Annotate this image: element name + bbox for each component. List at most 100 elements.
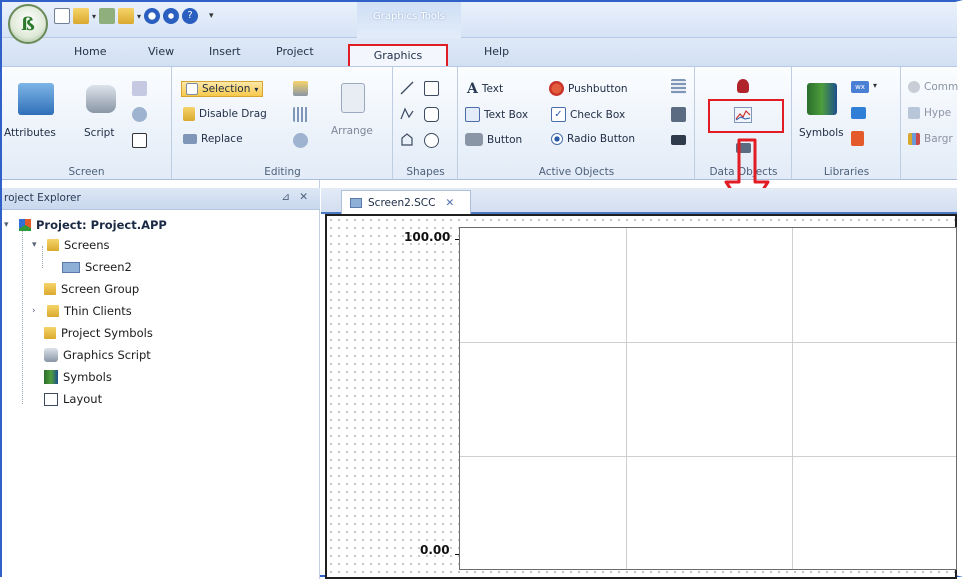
tab-help[interactable]: Help xyxy=(484,45,509,58)
combo-box-icon[interactable] xyxy=(671,107,686,122)
pushbutton-icon xyxy=(549,81,564,96)
bargraph-button[interactable]: Bargr xyxy=(908,133,953,145)
selection-button[interactable]: Selection ▾ xyxy=(181,81,264,97)
save-icon[interactable] xyxy=(99,8,116,24)
ribbon: Attributes Script Screen Selection ▾ Disa… xyxy=(2,66,958,180)
run-icon[interactable] xyxy=(144,8,161,24)
disable-drag-button[interactable]: Disable Drag xyxy=(183,107,267,121)
text-box-label: Text Box xyxy=(484,108,529,121)
text-label: Text xyxy=(481,83,504,95)
layout-icon xyxy=(44,392,58,406)
tab-project[interactable]: Project xyxy=(276,45,314,58)
expand-arrow-icon[interactable]: › xyxy=(32,306,42,316)
document-tab-bar: Screen2.SCC ✕ xyxy=(321,188,957,214)
trend-control[interactable] xyxy=(459,227,957,570)
arrange-button[interactable]: Arrange xyxy=(331,125,373,137)
collapse-arrow-icon[interactable]: ▾ xyxy=(4,220,14,230)
button-icon xyxy=(465,133,483,146)
properties-icon[interactable] xyxy=(293,81,308,96)
line-icon[interactable] xyxy=(400,81,414,95)
tree-node-symbols[interactable]: Symbols xyxy=(44,370,112,384)
script-button[interactable]: Script xyxy=(84,127,114,139)
group-active-objects: A Text Text Box Button Pushbutton ✓ Chec… xyxy=(459,67,695,180)
document-tab-label: Screen2.SCC xyxy=(368,196,436,209)
lock-icon xyxy=(183,107,195,121)
screen-icon xyxy=(62,261,80,273)
grid-line xyxy=(460,456,956,457)
bargraph-label: Bargr xyxy=(924,133,953,145)
document-tab-screen2[interactable]: Screen2.SCC ✕ xyxy=(341,190,471,214)
group-label-editing: Editing xyxy=(264,166,301,178)
image-library-icon[interactable] xyxy=(851,107,866,119)
application-menu-button[interactable]: ß xyxy=(8,4,48,44)
symbols-button[interactable]: Symbols xyxy=(799,127,844,139)
rectangle-icon[interactable] xyxy=(424,81,439,96)
tab-view[interactable]: View xyxy=(148,45,174,58)
tree-label-layout: Layout xyxy=(63,392,103,406)
replace-button[interactable]: Replace xyxy=(183,133,243,145)
color-fill-icon[interactable] xyxy=(132,107,147,122)
alarm-bell-icon[interactable] xyxy=(737,79,749,93)
tree-node-screens[interactable]: ▾ Screens xyxy=(32,238,110,252)
check-box-label: Check Box xyxy=(570,108,626,121)
screen-icon xyxy=(350,197,362,208)
polygon-icon[interactable] xyxy=(400,133,414,147)
tab-home[interactable]: Home xyxy=(74,45,106,58)
button-button[interactable]: Button xyxy=(465,133,522,146)
polyline-icon[interactable] xyxy=(400,107,414,121)
text-box-icon xyxy=(465,107,480,122)
close-tab-icon[interactable]: ✕ xyxy=(445,197,454,209)
bargraph-icon xyxy=(908,133,920,145)
text-button[interactable]: A Text xyxy=(467,81,503,97)
ellipse-icon[interactable] xyxy=(424,133,439,148)
group-screen: Attributes Script Screen xyxy=(2,67,172,180)
group-label-screen: Screen xyxy=(68,166,105,178)
tab-insert[interactable]: Insert xyxy=(209,45,241,58)
tree-node-thin-clients[interactable]: › Thin Clients xyxy=(32,304,132,318)
trend-y-max-label: 100.00 xyxy=(404,230,451,244)
tree-node-layout[interactable]: Layout xyxy=(44,392,102,406)
disable-drag-label: Disable Drag xyxy=(199,108,267,120)
tree-node-project-symbols[interactable]: Project Symbols xyxy=(44,326,153,340)
hyperlink-button[interactable]: Hype xyxy=(908,107,951,119)
window-icon[interactable] xyxy=(132,133,147,148)
collapse-arrow-icon[interactable]: ▾ xyxy=(32,240,42,250)
folder-save-icon[interactable] xyxy=(118,8,135,24)
close-panel-icon[interactable]: ✕ xyxy=(299,191,308,203)
help-icon[interactable]: ? xyxy=(182,8,199,24)
attributes-button[interactable]: Attributes xyxy=(4,127,56,139)
undo-format-icon[interactable] xyxy=(293,133,308,148)
folder-icon xyxy=(47,305,59,317)
new-file-icon[interactable] xyxy=(54,8,70,24)
text-box-button[interactable]: Text Box xyxy=(465,107,528,122)
html5-icon[interactable] xyxy=(851,131,864,146)
screen-option-icon[interactable] xyxy=(132,81,147,96)
comm-button[interactable]: Comm xyxy=(908,81,958,93)
ribbon-tabs: Home View Insert Project Graphics Help xyxy=(2,38,957,68)
grid-icon[interactable] xyxy=(293,107,308,122)
list-box-icon[interactable] xyxy=(671,79,686,94)
tree-node-graphics-script[interactable]: Graphics Script xyxy=(44,348,151,362)
script-icon xyxy=(44,348,58,362)
tree-node-project[interactable]: ▾ Project: Project.APP xyxy=(4,218,167,232)
stop-icon[interactable] xyxy=(163,8,180,24)
pushbutton-button[interactable]: Pushbutton xyxy=(549,81,628,96)
pin-icon[interactable]: ⊿ xyxy=(281,191,290,203)
group-shapes: Shapes xyxy=(394,67,458,180)
check-box-button[interactable]: ✓ Check Box xyxy=(551,107,625,122)
slider-icon[interactable] xyxy=(671,135,686,145)
grid-line xyxy=(792,228,793,569)
tab-graphics[interactable]: Graphics xyxy=(348,44,448,68)
tree-node-screen-group[interactable]: Screen Group xyxy=(44,282,139,296)
tree-line xyxy=(22,226,23,404)
tree-node-screen2[interactable]: Screen2 xyxy=(62,260,132,274)
rounded-rectangle-icon[interactable] xyxy=(424,107,439,122)
trend-y-tick xyxy=(455,239,459,240)
radio-button-button[interactable]: Radio Button xyxy=(551,133,635,145)
trend-chart-icon[interactable] xyxy=(734,107,752,123)
wx-library-icon[interactable]: wx xyxy=(851,81,869,93)
context-tab-graphics-tools: Graphics Tools xyxy=(357,2,461,38)
grid-line xyxy=(460,342,956,343)
open-folder-icon[interactable] xyxy=(73,8,89,24)
quick-access-toolbar: ▾ ▾ ? ▾ Graphics Tools xyxy=(2,2,957,38)
